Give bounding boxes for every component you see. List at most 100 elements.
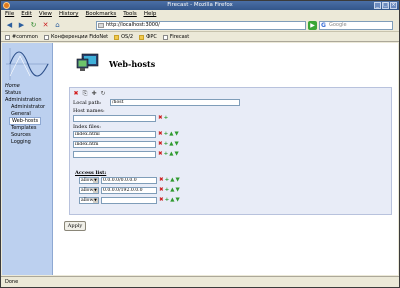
refresh-icon[interactable]: ↻	[100, 91, 106, 97]
web-host-form: ✖ ⎘ ✚ ↻ Local path: /host Host names: ✖ …	[69, 87, 392, 215]
navigation-toolbar: ◀ ▶ ↻ ✕ ⌂ http://localhost:3000/ ▶ G Goo…	[1, 19, 399, 32]
access-up-icon[interactable]: ▲	[170, 187, 174, 193]
bookmark-firecast[interactable]: Firecast	[162, 34, 189, 40]
sidebar-nav: Home Status Administration Administrator…	[5, 83, 45, 146]
title-bar: Firecast - Mozilla Firefox _ □ ×	[1, 1, 399, 10]
browser-window: Firecast - Mozilla Firefox _ □ × File Ed…	[0, 0, 400, 288]
main-panel: Web-hosts ✖ ⎘ ✚ ↻ Local path: /host Host…	[64, 43, 394, 275]
sidebar-item-logging[interactable]: Logging	[5, 139, 45, 146]
sidebar-item-sources[interactable]: Sources	[5, 132, 45, 139]
index-file-delete-icon[interactable]: ✖	[158, 131, 163, 137]
window-title: Firecast - Mozilla Firefox	[167, 2, 233, 8]
chevron-down-icon: ▼	[93, 198, 98, 203]
page-title: Web-hosts	[109, 59, 156, 69]
menu-bookmarks[interactable]: Bookmarks	[86, 11, 117, 17]
reload-icon[interactable]: ↻	[29, 21, 38, 30]
sidebar-item-status[interactable]: Status	[5, 90, 45, 97]
page-content: Home Status Administration Administrator…	[2, 43, 398, 275]
menu-history[interactable]: History	[59, 11, 79, 17]
page-favicon-icon	[98, 23, 104, 28]
index-file-delete-icon[interactable]: ✖	[158, 151, 163, 157]
search-input[interactable]: G Google	[319, 21, 393, 30]
index-file-up-icon[interactable]: ▲	[169, 151, 173, 157]
access-action-select-2[interactable]: allow ▼	[79, 187, 99, 194]
page-icon	[43, 34, 49, 40]
access-action-select-3[interactable]: allow ▼	[79, 197, 99, 204]
sidebar-item-administration[interactable]: Administration	[5, 97, 45, 104]
bookmark-fidonet[interactable]: Конференции FidoNet	[43, 34, 108, 40]
index-file-down-icon[interactable]: ▼	[174, 151, 178, 157]
sidebar-item-home[interactable]: Home	[5, 83, 45, 90]
maximize-button[interactable]: □	[382, 2, 389, 9]
menu-file[interactable]: File	[5, 11, 14, 17]
menu-help[interactable]: Help	[144, 11, 157, 17]
host-names-label: Host names:	[73, 108, 105, 114]
access-add-icon[interactable]: +	[165, 197, 170, 203]
url-bar[interactable]: http://localhost:3000/	[96, 21, 306, 30]
index-file-down-icon[interactable]: ▼	[174, 131, 178, 137]
access-up-icon[interactable]: ▲	[170, 197, 174, 203]
sidebar-item-web-hosts[interactable]: Web-hosts	[9, 117, 42, 125]
index-file-add-icon[interactable]: +	[164, 151, 169, 157]
index-file-delete-icon[interactable]: ✖	[158, 141, 163, 147]
access-address-input-3[interactable]	[101, 197, 157, 204]
google-icon: G	[321, 22, 326, 29]
form-toolbar: ✖ ⎘ ✚ ↻	[73, 91, 106, 97]
status-bar: Done	[1, 276, 399, 287]
monitor-icon	[76, 53, 99, 71]
apply-button[interactable]: Apply	[64, 221, 86, 231]
menu-bar: File Edit View History Bookmarks Tools H…	[1, 10, 399, 18]
sidebar: Home Status Administration Administrator…	[2, 43, 53, 275]
access-down-icon[interactable]: ▼	[175, 177, 179, 183]
index-file-input-1[interactable]: index.html	[73, 131, 156, 138]
access-add-icon[interactable]: +	[165, 187, 170, 193]
index-file-up-icon[interactable]: ▲	[169, 131, 173, 137]
new-host-icon[interactable]: ✚	[91, 91, 97, 97]
chevron-down-icon: ▼	[93, 188, 98, 193]
index-file-add-icon[interactable]: +	[164, 131, 169, 137]
index-file-down-icon[interactable]: ▼	[174, 141, 178, 147]
home-icon[interactable]: ⌂	[53, 21, 62, 30]
access-delete-icon[interactable]: ✖	[159, 197, 164, 203]
index-file-up-icon[interactable]: ▲	[169, 141, 173, 147]
chevron-down-icon: ▼	[93, 178, 98, 183]
local-path-input[interactable]: /host	[110, 99, 240, 106]
access-list-label: Access list:	[75, 170, 107, 176]
host-name-input[interactable]	[73, 115, 156, 122]
index-files-label: Index files:	[73, 124, 101, 130]
menu-edit[interactable]: Edit	[21, 11, 32, 17]
bookmark-common[interactable]: #common	[5, 34, 38, 40]
bookmark-frs[interactable]: ФРС	[139, 34, 157, 40]
host-name-add-icon[interactable]: +	[164, 115, 169, 121]
page-icon	[5, 34, 10, 40]
access-add-icon[interactable]: +	[165, 177, 170, 183]
menu-view[interactable]: View	[39, 11, 52, 17]
access-address-input-2[interactable]: 0.0.0.0/192.0.0.0	[101, 187, 157, 194]
bookmark-os2[interactable]: OS/2	[114, 34, 133, 40]
access-down-icon[interactable]: ▼	[175, 197, 179, 203]
close-button[interactable]: ×	[390, 2, 397, 9]
access-delete-icon[interactable]: ✖	[159, 187, 164, 193]
index-file-input-3[interactable]	[73, 151, 156, 158]
folder-icon	[139, 34, 145, 40]
access-delete-icon[interactable]: ✖	[159, 177, 164, 183]
menu-tools[interactable]: Tools	[123, 11, 137, 17]
back-icon[interactable]: ◀	[5, 21, 14, 30]
access-action-select-1[interactable]: allow ▼	[79, 177, 99, 184]
minimize-button[interactable]: _	[374, 2, 381, 9]
page-icon	[162, 34, 168, 40]
host-name-delete-icon[interactable]: ✖	[158, 115, 163, 121]
forward-icon[interactable]: ▶	[17, 21, 26, 30]
go-button[interactable]: ▶	[308, 21, 317, 30]
sidebar-item-administrator[interactable]: Administrator	[5, 104, 45, 111]
delete-host-icon[interactable]: ✖	[73, 91, 79, 97]
copy-icon[interactable]: ⎘	[82, 91, 88, 97]
access-down-icon[interactable]: ▼	[175, 187, 179, 193]
index-file-input-2[interactable]: index.htm	[73, 141, 156, 148]
stop-icon[interactable]: ✕	[41, 21, 50, 30]
access-up-icon[interactable]: ▲	[170, 177, 174, 183]
local-path-label: Local path:	[73, 100, 102, 106]
index-file-add-icon[interactable]: +	[164, 141, 169, 147]
sidebar-item-templates[interactable]: Templates	[5, 125, 45, 132]
access-address-input-1[interactable]: 0.0.0.0/0.0.0.0	[101, 177, 157, 184]
